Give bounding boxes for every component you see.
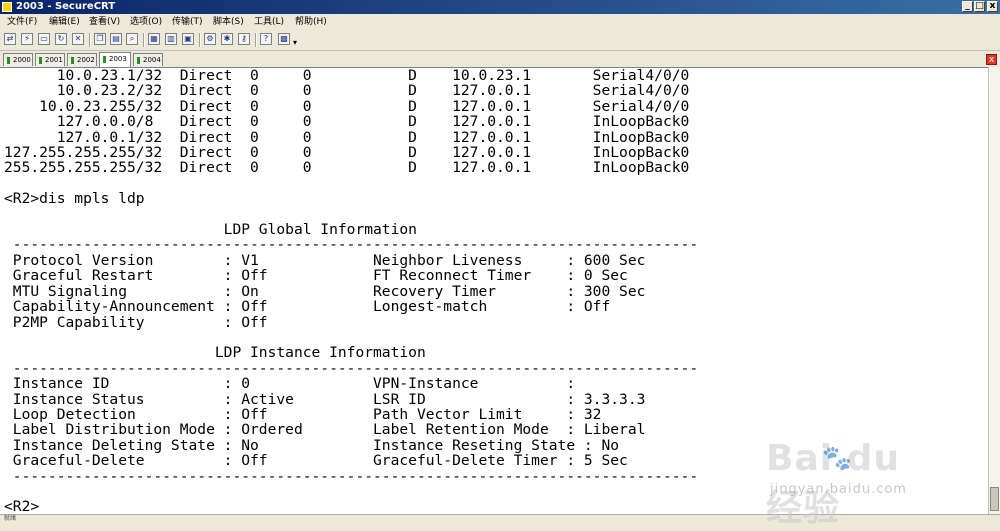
session-tab-bar: 2000 2001 2002 2003 2004 x bbox=[0, 51, 1000, 68]
disconnect-icon[interactable]: ✕ bbox=[72, 33, 84, 45]
menu-view[interactable]: 查看(V) bbox=[89, 16, 120, 28]
vertical-scrollbar[interactable] bbox=[988, 67, 1000, 514]
tab-2003[interactable]: 2003 bbox=[99, 52, 131, 67]
map-icon[interactable]: ▣ bbox=[182, 33, 194, 45]
toolbar-overflow-icon[interactable]: ▾ bbox=[293, 38, 297, 47]
menu-tools[interactable]: 工具(L) bbox=[254, 16, 284, 28]
close-button[interactable]: x bbox=[987, 1, 998, 12]
tab-2002[interactable]: 2002 bbox=[67, 53, 97, 66]
menu-file[interactable]: 文件(F) bbox=[7, 16, 37, 28]
menu-edit[interactable]: 编辑(E) bbox=[49, 16, 80, 28]
toolbar-separator bbox=[199, 33, 201, 47]
paste-icon[interactable]: ▤ bbox=[110, 33, 122, 45]
menu-bar: 文件(F) 编辑(E) 查看(V) 选项(O) 传输(T) 脚本(S) 工具(L… bbox=[0, 14, 1000, 30]
title-bar: 2003 - SecureCRT _ □ x bbox=[0, 0, 1000, 14]
scrollbar-thumb[interactable] bbox=[990, 487, 999, 511]
terminal-text: 10.0.23.1/32 Direct 0 0 D 10.0.23.1 Seri… bbox=[4, 67, 699, 515]
toolbar-separator bbox=[143, 33, 145, 47]
key-icon[interactable]: ⚷ bbox=[238, 33, 250, 45]
tab-2004[interactable]: 2004 bbox=[133, 53, 163, 66]
connect-icon[interactable]: ⇄ bbox=[4, 33, 16, 45]
print-icon[interactable]: ▦ bbox=[148, 33, 160, 45]
global-options-icon[interactable]: ✱ bbox=[221, 33, 233, 45]
tab-2000[interactable]: 2000 bbox=[3, 53, 33, 66]
minimize-button[interactable]: _ bbox=[962, 1, 973, 12]
terminal-output[interactable]: 10.0.23.1/32 Direct 0 0 D 10.0.23.1 Seri… bbox=[0, 67, 988, 515]
help-icon[interactable]: ? bbox=[260, 33, 272, 45]
session-options-icon[interactable]: ⚙ bbox=[204, 33, 216, 45]
window-title: 2003 - SecureCRT bbox=[16, 1, 116, 12]
toolbar-separator bbox=[89, 33, 91, 47]
menu-options[interactable]: 选项(O) bbox=[130, 16, 162, 28]
copy-icon[interactable]: ❐ bbox=[94, 33, 106, 45]
tab-2001[interactable]: 2001 bbox=[35, 53, 65, 66]
close-tab-icon[interactable]: x bbox=[986, 54, 997, 65]
print-setup-icon[interactable]: ▥ bbox=[165, 33, 177, 45]
menu-transfer[interactable]: 传输(T) bbox=[172, 16, 203, 28]
securecrt-app-icon[interactable] bbox=[2, 2, 12, 12]
reconnect-icon[interactable]: ↻ bbox=[55, 33, 67, 45]
connect-tab-icon[interactable]: ▭ bbox=[38, 33, 50, 45]
keymap-icon[interactable]: ▩ bbox=[278, 33, 290, 45]
menu-script[interactable]: 脚本(S) bbox=[213, 16, 244, 28]
toolbar-separator bbox=[255, 33, 257, 47]
quick-connect-icon[interactable]: ⚡ bbox=[21, 33, 33, 45]
menu-help[interactable]: 帮助(H) bbox=[295, 16, 327, 28]
maximize-button[interactable]: □ bbox=[974, 1, 985, 12]
find-icon[interactable]: ⌕ bbox=[126, 33, 138, 45]
toolbar: ⇄ ⚡ ▭ ↻ ✕ ❐ ▤ ⌕ ▦ ▥ ▣ ⚙ ✱ ⚷ ? ▩ ▾ bbox=[0, 30, 1000, 51]
